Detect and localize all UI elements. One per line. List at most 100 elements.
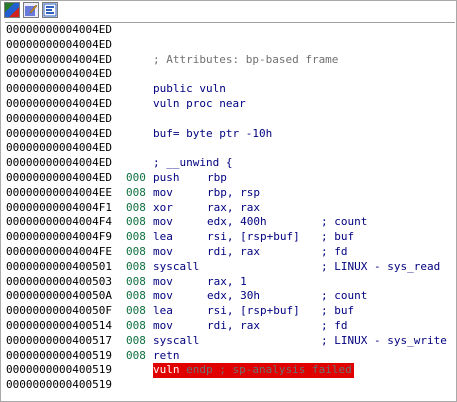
stack-pointer-value: 008 [126,289,146,303]
address-label: 00000000004004ED [6,67,112,81]
address-label: 00000000004004ED [6,23,112,36]
address-label: 00000000004004ED [6,37,112,51]
address-label: 00000000004004F4 [6,215,112,229]
listing-annotation: ; __unwind { [153,156,233,170]
instruction-comment: ; LINUX - sys_write [321,333,447,347]
stack-pointer-value: 008 [126,348,146,362]
instruction-operands: rax, 1 [207,274,247,288]
listing-line[interactable]: 00000000004004F1 008 xor rax, rax [5,201,455,216]
listing-annotation: vuln proc near [153,96,246,110]
address-label: 000000000040050F [6,304,112,318]
address-label: 0000000000400519 [6,363,112,377]
instruction-comment: ; buf [321,304,355,318]
instruction-comment: ; buf [321,230,355,244]
listing-line[interactable]: 00000000004004ED vuln proc near [5,97,455,112]
instruction-operands: edx, 400h [207,215,267,229]
listing-line[interactable]: 00000000004004ED [5,112,455,127]
instruction-operands: rbp, rsp [207,185,260,199]
listing-line[interactable]: 00000000004004ED [5,67,455,82]
disassembly-window: 00000000004004ED 00000000004004ED 00000000… [0,0,457,402]
graph-view-icon[interactable] [4,2,20,18]
instruction-mnemonic: mov [153,215,173,229]
instruction-comment: ; count [321,215,368,229]
listing-line[interactable]: 00000000004004F4 008 mov edx, 400h ; count [5,215,455,230]
address-label: 0000000000400514 [6,318,112,332]
address-label: 00000000004004ED [6,111,112,125]
listing-line[interactable]: 00000000004004F9 008 lea rsi, [rsp+buf] ; bu… [5,230,455,245]
address-label: 00000000004004ED [6,96,112,110]
stack-pointer-value: 008 [126,185,146,199]
edit-function-icon[interactable] [23,2,39,18]
instruction-mnemonic: push [153,170,180,184]
listing-line[interactable]: 0000000000400519 008 retn [5,349,455,364]
instruction-comment: ; LINUX - sys_read [321,259,441,273]
proximity-view-icon[interactable] [42,2,58,18]
listing-line[interactable]: 0000000000400501 008 syscall ; LINUX - sys_… [5,260,455,275]
listing-line[interactable]: 00000000004004EE 008 mov rbp, rsp [5,186,455,201]
listing-annotation: public vuln [153,82,226,96]
function-name: vuln [153,363,180,377]
listing-annotation: ; Attributes: bp-based frame [153,52,339,66]
instruction-operands: rdi, rax [207,318,260,332]
instruction-mnemonic: mov [153,318,173,332]
stack-pointer-value: 008 [126,318,146,332]
disassembly-listing[interactable]: 00000000004004ED 00000000004004ED 00000000… [5,22,455,401]
address-label: 0000000000400519 [6,348,112,362]
address-label: 00000000004004ED [6,170,112,184]
listing-line[interactable]: 0000000000400514 008 mov rdi, rax ; fd [5,319,455,334]
listing-line[interactable]: 0000000000400519 [5,378,455,393]
listing-line[interactable]: 0000000000400519 vuln endp ; sp-analysis … [5,363,455,379]
endp-error-highlight: vuln endp ; sp-analysis failed [153,363,354,379]
stack-pointer-value: 008 [126,215,146,229]
stack-pointer-value: 008 [126,230,146,244]
listing-line[interactable]: 00000000004004ED [5,38,455,53]
listing-line[interactable]: 0000000000400517 008 syscall ; LINUX - sys_… [5,334,455,349]
address-label: 00000000004004ED [6,52,112,66]
address-label: 00000000004004ED [6,141,112,155]
instruction-mnemonic: syscall [153,333,200,347]
instruction-operands: rsi, [rsp+buf] [207,304,300,318]
instruction-operands: edx, 30h [207,289,260,303]
address-label: 00000000004004F9 [6,230,112,244]
address-label: 00000000004004ED [6,126,112,140]
instruction-mnemonic: lea [153,230,173,244]
listing-line[interactable]: 00000000004004ED 000 push rbp [5,171,455,186]
address-label: 00000000004004F1 [6,200,112,214]
instruction-mnemonic: retn [153,348,180,362]
toolbar [1,1,456,21]
address-label: 0000000000400519 [6,378,112,392]
endp-message: endp ; sp-analysis failed [179,363,352,377]
instruction-operands: rax, rax [207,200,260,214]
listing-line[interactable]: 00000000004004ED [5,23,455,38]
stack-pointer-value: 008 [126,274,146,288]
address-label: 00000000004004ED [6,156,112,170]
listing-line[interactable]: 000000000040050F 008 lea rsi, [rsp+buf] ; bu… [5,304,455,319]
listing-line[interactable]: 000000000040050A 008 mov edx, 30h ; count [5,289,455,304]
listing-line[interactable]: 0000000000400503 008 mov rax, 1 [5,275,455,290]
listing-line[interactable]: 00000000004004ED public vuln [5,82,455,97]
instruction-mnemonic: xor [153,200,173,214]
listing-annotation: buf= byte ptr -10h [153,126,273,140]
address-label: 0000000000400503 [6,274,112,288]
address-label: 00000000004004EE [6,185,112,199]
listing-line[interactable]: 00000000004004ED ; __unwind { [5,156,455,171]
stack-pointer-value: 008 [126,244,146,258]
stack-pointer-value: 008 [126,200,146,214]
stack-pointer-value: 000 [126,170,146,184]
instruction-comment: ; fd [321,244,348,258]
stack-pointer-value: 008 [126,304,146,318]
instruction-mnemonic: mov [153,244,173,258]
instruction-comment: ; count [321,289,368,303]
instruction-operands: rdi, rax [207,244,260,258]
listing-line[interactable]: 00000000004004ED ; Attributes: bp-based f… [5,53,455,68]
instruction-mnemonic: lea [153,304,173,318]
listing-line[interactable]: 00000000004004FE 008 mov rdi, rax ; fd [5,245,455,260]
address-label: 00000000004004ED [6,82,112,96]
listing-line[interactable]: 00000000004004ED buf= byte ptr -10h [5,127,455,142]
instruction-mnemonic: mov [153,274,173,288]
stack-pointer-value: 008 [126,259,146,273]
address-label: 000000000040050A [6,289,112,303]
address-label: 0000000000400517 [6,333,112,347]
instruction-mnemonic: mov [153,185,173,199]
listing-line[interactable]: 00000000004004ED [5,141,455,156]
